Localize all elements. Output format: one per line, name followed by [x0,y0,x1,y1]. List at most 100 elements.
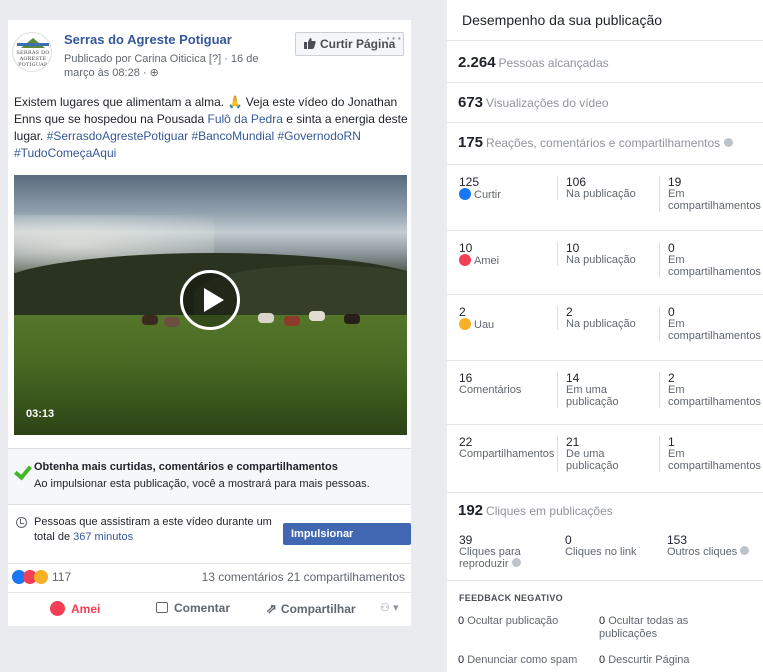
clicks-number: 192 [458,502,484,519]
shares-total: 22 Compartilhamentos [459,435,555,460]
views-stat: 673 Visualizações do vídeo [458,94,609,111]
pray-emoji-icon: 🙏 [227,95,243,109]
post-options-icon[interactable]: ··· [386,30,403,46]
like-reaction-icon [459,188,471,200]
neg-hide-all: 0 Ocultar todas as publicações [599,615,689,640]
reach-number: 2.264 [458,54,496,71]
engagement-label: Reações, comentários e compartilhamentos [486,136,721,150]
reactions-summary[interactable]: 117 13 comentários 21 compartilhamentos [8,563,411,589]
logo-text: SERRAS DO AGRESTE POTIGUAR [16,50,50,68]
hashtags-link[interactable]: #SerrasdoAgrestePotiguar #BancoMundial #… [14,129,361,160]
divider [447,360,763,361]
views-label: Visualizações do vídeo [486,96,609,110]
comments-total: 16 Comentários [459,371,522,396]
post-header: SERRAS DO AGRESTE POTIGUAR Serras do Agr… [8,20,411,90]
wow-on-post: 2 Na publicação [557,306,657,330]
minutes-link[interactable]: 367 minutos [73,531,133,543]
likes-on-shares: 19 Em compartilhamentos [659,176,763,212]
page-name-link[interactable]: Serras do Agreste Potiguar [64,32,232,47]
info-icon[interactable] [740,546,750,555]
comments-on-shares: 2 Em compartilhamentos [659,372,763,408]
comment-button[interactable]: Comentar [156,601,230,615]
panel-title: Desempenho da sua publicação [462,12,663,28]
clicks-stat: 192 Cliques em publicações [458,502,613,519]
share-label: Compartilhar [280,602,356,616]
divider [447,424,763,425]
shares-from-post: 21 De uma publicação [557,436,657,472]
divider [447,164,763,165]
divider [447,230,763,231]
engagement-stat: 175 Reações, comentários e compartilhamen… [458,134,733,151]
video-viewers-info: Pessoas que assistiram a este vídeo dura… [8,505,411,562]
divider [447,40,763,41]
performance-panel: Desempenho da sua publicação 2.264 Pessoa… [447,0,763,672]
globe-icon: ⊕ [149,67,159,79]
info-icon[interactable] [723,138,733,147]
wow-reaction-icon [34,570,48,584]
video-horse [344,314,360,324]
share-icon: ⇗ [266,601,277,616]
link-clicks: 0 Cliques no link [565,533,637,558]
post-actions: Amei Comentar ⇗ Compartilhar ⚇ ▾ [8,592,411,624]
audience-selector[interactable]: ⚇ ▾ [380,601,398,614]
play-clicks: 39 Cliques para reproduzir [459,533,521,570]
negative-feedback-title: FEEDBACK NEGATIVO [459,593,563,603]
other-clicks: 153 Outros cliques [659,534,763,558]
checkmark-icon [14,461,32,481]
post-meta-text: Publicado por Carina Oiticica [?] · 16 d… [64,53,259,79]
divider [447,294,763,295]
video-horse [164,317,180,327]
logo-stripe [17,43,49,46]
reach-stat: 2.264 Pessoas alcançadas [458,54,609,71]
viewers-text-body: Pessoas que assistiram a este vídeo dura… [34,516,272,543]
pousada-link[interactable]: Fulô da Pedra [208,112,283,126]
like-page-label: Curtir Página [320,37,396,51]
likes-on-post: 106 Na publicação [557,176,657,200]
boost-promo: Obtenha mais curtidas, comentários e com… [8,448,411,505]
video-horse [309,311,325,321]
thumbs-up-icon [304,38,316,49]
divider [447,580,763,581]
love-total: 10 Amei [459,241,500,267]
boost-subtitle: Ao impulsionar esta publicação, você a m… [34,478,370,490]
neg-spam: 0 Denunciar como spam [458,654,578,666]
play-icon[interactable] [180,270,240,330]
post-text-part1: Existem lugares que alimentam a alma. [14,95,228,109]
video-duration: 03:13 [26,408,55,420]
love-button[interactable]: Amei [50,601,100,616]
wow-reaction-icon [459,318,471,330]
post-card: SERRAS DO AGRESTE POTIGUAR Serras do Agr… [8,20,411,626]
info-icon[interactable] [511,558,521,567]
wow-total: 2 Uau [459,305,495,331]
shares-from-shares: 1 Em compartilhamentos [659,436,763,472]
share-button[interactable]: ⇗ Compartilhar [266,601,356,617]
love-on-shares: 0 Em compartilhamentos [659,242,763,278]
divider [447,492,763,493]
views-number: 673 [458,94,484,111]
comments-on-post: 14 Em uma publicação [557,372,657,408]
love-label: Amei [71,602,101,616]
clicks-label: Cliques em publicações [486,504,613,518]
neg-hide-post: 0 Ocultar publicação [458,615,559,627]
video-horse [284,316,300,326]
video-player[interactable]: 03:13 [14,175,407,435]
dropdown-arrow-icon: ▾ [392,602,399,614]
viewers-text: Pessoas que assistiram a este vídeo dura… [34,515,284,545]
likes-total: 125 Curtir [459,175,501,201]
reach-label: Pessoas alcançadas [498,56,609,70]
heart-icon [50,601,65,616]
video-horse [258,313,274,323]
love-reaction-icon [459,254,471,266]
reaction-count[interactable]: 117 [52,570,71,584]
boost-post-button[interactable]: Impulsionar publicação [283,523,411,562]
boost-title: Obtenha mais curtidas, comentários e com… [34,461,338,473]
wow-on-shares: 0 Em compartilhamentos [659,306,763,342]
post-meta: Publicado por Carina Oiticica [?] · 16 d… [64,52,284,80]
page-avatar[interactable]: SERRAS DO AGRESTE POTIGUAR [12,32,52,72]
divider [447,122,763,123]
people-icon: ⚇ [380,602,390,614]
post-text: Existem lugares que alimentam a alma. 🙏 … [14,94,409,162]
love-on-post: 10 Na publicação [557,242,657,266]
comment-icon [156,602,168,613]
comments-shares-count[interactable]: 13 comentários 21 compartilhamentos [202,570,405,584]
